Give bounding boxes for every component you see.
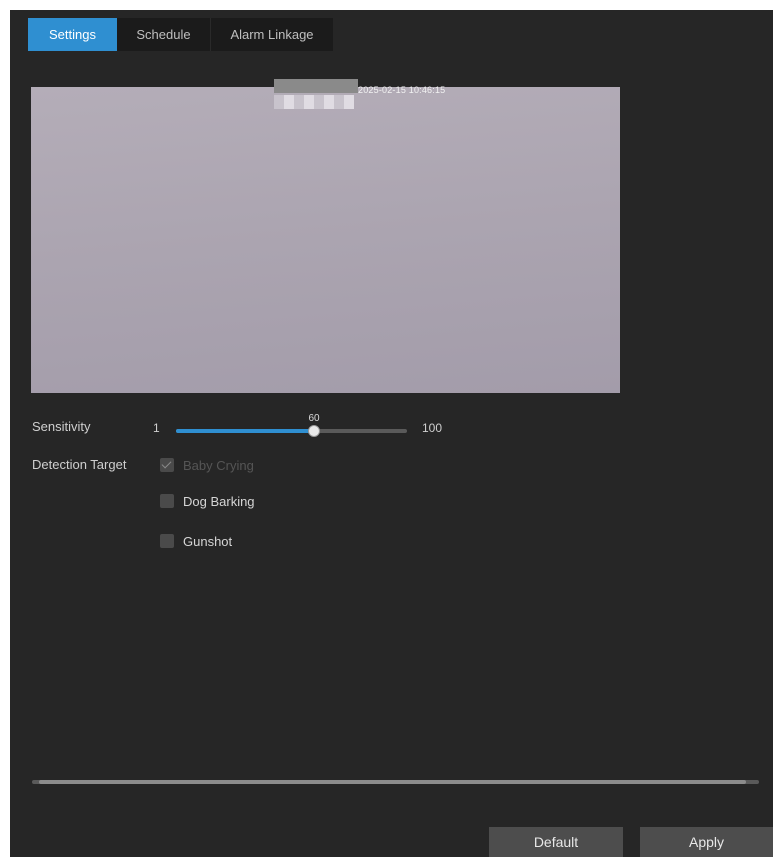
preview-timestamp: 2025-02-15 10:46:15 <box>358 85 446 95</box>
tab-alarm-linkage[interactable]: Alarm Linkage <box>210 18 333 51</box>
baby-crying-checkbox[interactable] <box>160 458 174 472</box>
slider-thumb[interactable] <box>308 425 320 437</box>
dog-barking-checkbox[interactable] <box>160 494 174 508</box>
sensitivity-min: 1 <box>153 421 160 435</box>
privacy-mask <box>274 79 358 93</box>
option-gunshot[interactable]: Gunshot <box>160 533 232 549</box>
tab-settings[interactable]: Settings <box>28 18 117 51</box>
tab-schedule[interactable]: Schedule <box>117 18 210 51</box>
baby-crying-label: Baby Crying <box>183 457 254 473</box>
settings-panel: Settings Schedule Alarm Linkage 2025-02-… <box>10 10 773 857</box>
sensitivity-slider[interactable]: 60 <box>176 413 407 437</box>
slider-value-label: 60 <box>308 413 320 424</box>
tab-bar: Settings Schedule Alarm Linkage <box>28 18 333 51</box>
sensitivity-label: Sensitivity <box>32 419 91 434</box>
option-baby-crying[interactable]: Baby Crying <box>160 457 254 473</box>
dog-barking-label: Dog Barking <box>183 493 255 509</box>
option-dog-barking[interactable]: Dog Barking <box>160 493 255 509</box>
slider-fill <box>176 429 314 433</box>
sensitivity-max: 100 <box>422 421 443 435</box>
detection-target-label: Detection Target <box>32 457 127 472</box>
apply-button[interactable]: Apply <box>640 827 773 857</box>
gunshot-checkbox[interactable] <box>160 534 174 548</box>
camera-preview <box>31 87 620 393</box>
scrollbar-thumb[interactable] <box>39 780 746 784</box>
default-button[interactable]: Default <box>489 827 623 857</box>
gunshot-label: Gunshot <box>183 533 233 549</box>
horizontal-scrollbar[interactable] <box>32 780 759 784</box>
privacy-mask-pixelated <box>274 95 354 109</box>
